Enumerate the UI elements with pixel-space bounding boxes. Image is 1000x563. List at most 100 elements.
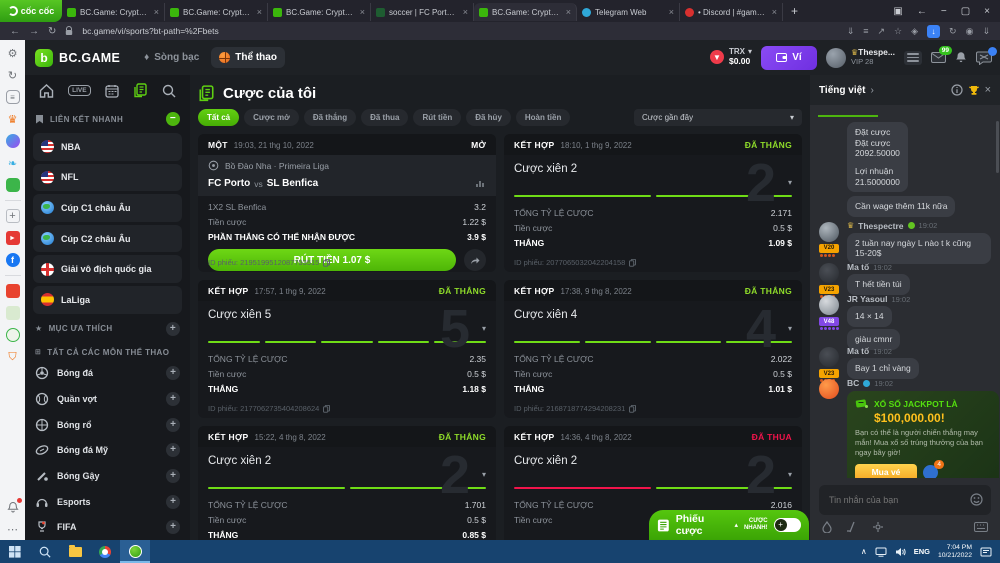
- slash-command-icon[interactable]: [846, 521, 858, 533]
- quick-link-champions-league[interactable]: Cúp C1 châu Âu: [33, 194, 182, 222]
- clock[interactable]: 7:04 PM 10/21/2022: [938, 544, 972, 560]
- facebook-icon[interactable]: f: [5, 253, 20, 267]
- window-minimize-button[interactable]: −: [941, 6, 947, 17]
- filter-lost[interactable]: Đã thua: [361, 109, 409, 126]
- browser-tab[interactable]: • Discord | #games | ×: [680, 3, 783, 21]
- tab-search-icon[interactable]: ▣: [893, 6, 902, 17]
- forward-icon[interactable]: →: [29, 26, 39, 37]
- tab-close-icon[interactable]: ×: [360, 7, 365, 17]
- downloads-icon[interactable]: ⇓: [982, 26, 990, 37]
- chat-language-selector[interactable]: Tiếng việt: [819, 85, 866, 96]
- expand-caret-icon[interactable]: ▾: [482, 324, 486, 333]
- nav-sports[interactable]: Thể thao: [211, 47, 285, 68]
- rain-tip-icon[interactable]: [822, 521, 832, 533]
- chrome-icon[interactable]: [90, 540, 120, 563]
- gamepad-icon[interactable]: [5, 178, 20, 192]
- emoji-icon[interactable]: [970, 493, 983, 506]
- expand-caret-icon[interactable]: ▾: [788, 178, 792, 187]
- chat-sport-icon[interactable]: [976, 46, 997, 65]
- user-profile[interactable]: ♛Thespe... VIP 28: [825, 47, 895, 68]
- url-text[interactable]: bc.game/vi/sports?bt-path=%2Fbets: [82, 26, 218, 36]
- quick-link-nfl[interactable]: NFL: [33, 163, 182, 192]
- tab-close-icon[interactable]: ×: [772, 7, 777, 17]
- quick-link-nba[interactable]: NBA: [33, 133, 182, 161]
- wallet-button[interactable]: Ví: [760, 45, 817, 70]
- add-sport-button[interactable]: +: [166, 392, 180, 406]
- add-shortcut-icon[interactable]: +: [5, 209, 20, 223]
- schedule-calendar-icon[interactable]: [105, 84, 119, 98]
- filter-refund[interactable]: Hoàn tiền: [515, 109, 571, 126]
- add-sport-button[interactable]: +: [166, 443, 180, 458]
- add-sport-button[interactable]: +: [166, 417, 180, 432]
- add-sport-button[interactable]: +: [166, 366, 180, 381]
- collapse-quick-links-button[interactable]: −: [166, 112, 180, 126]
- chat-settings-icon[interactable]: [872, 521, 884, 533]
- file-explorer-icon[interactable]: [60, 540, 90, 563]
- window-close-button[interactable]: ×: [984, 6, 990, 17]
- tab-overflow-icon[interactable]: ←: [917, 6, 927, 17]
- bet-card-combo[interactable]: KẾT HỢP 15:22, 4 thg 8, 2022 ĐÃ THẮNG Cược…: [198, 426, 496, 540]
- add-sport-button[interactable]: +: [166, 520, 180, 535]
- bet-card-combo[interactable]: KẾT HỢP 17:57, 1 thg 9, 2022 ĐÃ THẮNG Cược…: [198, 280, 496, 418]
- chat-message-input[interactable]: [819, 485, 991, 515]
- more-options-icon[interactable]: ⋯: [6, 522, 20, 536]
- live-icon[interactable]: LIVE: [68, 85, 91, 96]
- browser-tab[interactable]: BC.Game: Crypto Casino×: [165, 3, 268, 21]
- username[interactable]: Ma tố: [847, 346, 869, 356]
- chat-close-icon[interactable]: ×: [985, 84, 991, 96]
- expand-caret-icon[interactable]: ▾: [788, 470, 792, 479]
- copy-icon[interactable]: [629, 404, 637, 413]
- sport-tennis[interactable]: Quần vợt +: [25, 386, 190, 412]
- crown-rewards-icon[interactable]: ♛: [6, 112, 20, 126]
- username[interactable]: Thespectre: [858, 221, 903, 231]
- profile-icon[interactable]: ◉: [966, 26, 974, 37]
- home-icon[interactable]: [39, 83, 54, 98]
- browser-tab-active[interactable]: BC.Game: Crypto Casino×: [474, 3, 577, 21]
- avatar[interactable]: [819, 347, 839, 368]
- tab-close-icon[interactable]: ×: [566, 7, 571, 17]
- extension-icon[interactable]: ↻: [949, 26, 957, 37]
- quick-link-europa-league[interactable]: Cúp C2 châu Âu: [33, 224, 182, 253]
- taskbar-search-icon[interactable]: [30, 540, 60, 563]
- translate-icon[interactable]: ≡: [863, 26, 868, 36]
- browser-tab[interactable]: soccer | FC Porto vs SL B×: [371, 3, 474, 21]
- share-icon[interactable]: ↗: [878, 26, 886, 37]
- keyboard-language[interactable]: ENG: [914, 547, 930, 556]
- notifications-bell-icon[interactable]: [955, 51, 967, 64]
- expand-caret-icon[interactable]: ▾: [482, 470, 486, 479]
- window-maximize-button[interactable]: ▢: [961, 6, 970, 17]
- vault-icon[interactable]: [904, 50, 922, 65]
- sort-dropdown[interactable]: Cược gần đây ▾: [634, 109, 802, 126]
- twitter-icon[interactable]: ❧: [6, 156, 20, 170]
- new-tab-button[interactable]: +: [783, 4, 806, 18]
- search-icon[interactable]: [162, 84, 176, 98]
- messenger-icon[interactable]: [5, 134, 20, 148]
- jackpot-promo-card[interactable]: XỔ SỐ JACKPOT LÀ $100,000.00! Bạn có thể…: [847, 391, 999, 478]
- copy-icon[interactable]: [323, 404, 331, 413]
- bet-card-combo[interactable]: KẾT HỢP 17:38, 9 thg 8, 2022 ĐÃ THẮNG Cược…: [504, 280, 802, 418]
- filter-all[interactable]: Tất cả: [198, 109, 240, 126]
- notification-bell-icon[interactable]: [6, 498, 22, 514]
- bet-card-combo[interactable]: KẾT HỢP 18:10, 1 thg 9, 2022 ĐÃ THẮNG Cược…: [504, 134, 802, 272]
- sport-american-football[interactable]: Bóng đá Mỹ +: [25, 437, 190, 463]
- browser-tab[interactable]: BC.Game: Crypto Casino×: [268, 3, 371, 21]
- reaction-badge[interactable]: [923, 459, 944, 478]
- sport-esports[interactable]: Esports +: [25, 489, 190, 515]
- filter-open[interactable]: Cược mở: [244, 109, 299, 126]
- filter-cashout[interactable]: Rút tiền: [413, 109, 462, 126]
- trophy-icon[interactable]: [968, 85, 980, 96]
- sport-cricket[interactable]: Bóng Gậy +: [25, 463, 190, 489]
- bookmark-star-icon[interactable]: ☆: [894, 26, 902, 37]
- add-favorite-button[interactable]: +: [166, 321, 180, 336]
- balance-selector[interactable]: ▼ TRX ▾ $0.00: [709, 48, 752, 66]
- tab-close-icon[interactable]: ×: [154, 7, 159, 17]
- save-page-icon[interactable]: ⇓: [847, 26, 855, 37]
- network-icon[interactable]: [875, 547, 887, 557]
- quick-link-premier-league[interactable]: Giải vô địch quốc gia: [33, 255, 182, 283]
- start-button[interactable]: [0, 540, 30, 563]
- copy-icon[interactable]: [629, 258, 637, 267]
- reload-icon[interactable]: ↻: [48, 26, 56, 37]
- action-center-icon[interactable]: [980, 547, 992, 557]
- tray-expand-icon[interactable]: ∧: [861, 547, 867, 556]
- shop-green-icon[interactable]: [5, 306, 20, 320]
